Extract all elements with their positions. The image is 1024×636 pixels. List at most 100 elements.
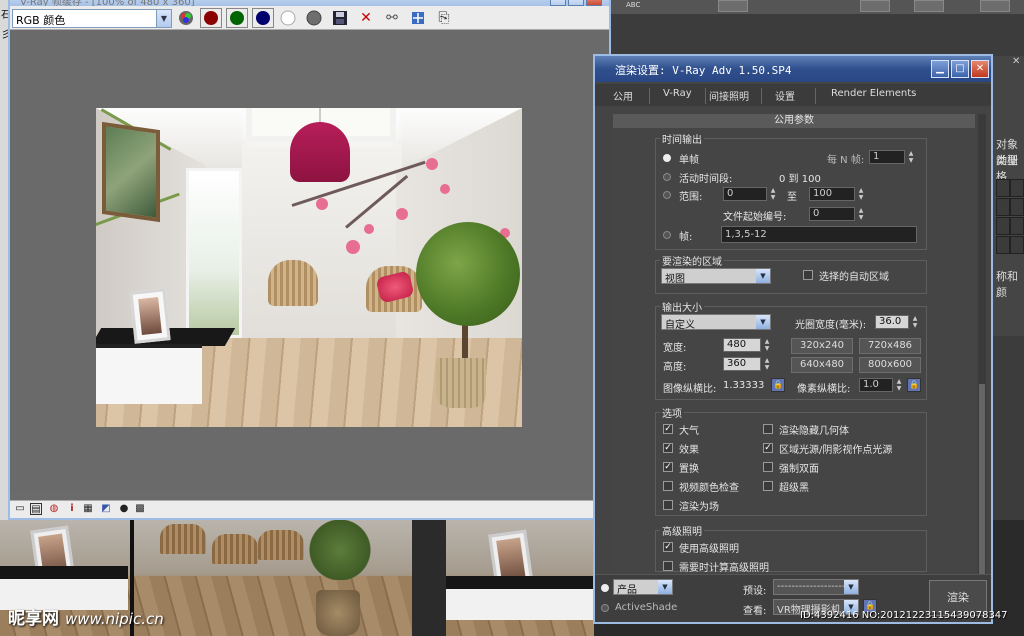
- object-type-button[interactable]: [1010, 217, 1024, 235]
- main-toolbar: ABC: [608, 0, 1024, 14]
- frames-radio[interactable]: [663, 231, 671, 239]
- displacement-checkbox[interactable]: ✓: [663, 462, 673, 472]
- render-to-fields-checkbox[interactable]: [663, 500, 673, 510]
- preset-640x480-button[interactable]: 640x480: [791, 357, 853, 373]
- compute-advanced-lighting-checkbox[interactable]: [663, 561, 673, 571]
- blossom: [396, 208, 408, 220]
- info-icon[interactable]: i: [66, 503, 78, 515]
- auto-region-checkbox[interactable]: [803, 270, 813, 280]
- frames-input[interactable]: 1,3,5-12: [721, 226, 917, 243]
- spinner-icon[interactable]: ▲ ▼: [857, 207, 865, 221]
- green-channel-icon: [230, 11, 244, 25]
- tab-render-elements[interactable]: Render Elements: [831, 88, 916, 104]
- force-2sided-checkbox[interactable]: [763, 462, 773, 472]
- wall-painting: [102, 121, 160, 223]
- link-icon[interactable]: ⚯: [384, 10, 400, 26]
- spinner-icon[interactable]: ▲ ▼: [769, 187, 777, 201]
- common-parameters-rollout[interactable]: 公用参数: [613, 114, 975, 128]
- red-channel-button[interactable]: [200, 8, 222, 28]
- scrollbar[interactable]: [978, 114, 986, 574]
- spinner-icon[interactable]: ▲ ▼: [895, 378, 903, 392]
- object-type-button[interactable]: [996, 179, 1010, 197]
- maximize-button[interactable]: □: [951, 60, 969, 78]
- channel-select[interactable]: RGB 颜色 ▼: [12, 9, 172, 28]
- curve-icon[interactable]: ◩: [100, 503, 112, 515]
- video-color-check-checkbox[interactable]: [663, 481, 673, 491]
- rgb-icon[interactable]: ▤: [30, 503, 42, 515]
- file-number-label: 文件起始编号:: [723, 212, 787, 223]
- production-radio[interactable]: [601, 584, 609, 592]
- object-type-button[interactable]: [1010, 179, 1024, 197]
- area-lights-checkbox[interactable]: ✓: [763, 443, 773, 453]
- preset-800x600-button[interactable]: 800x600: [859, 357, 921, 373]
- pixel-aspect-input[interactable]: 1.0: [859, 378, 893, 392]
- every-n-input[interactable]: 1: [869, 150, 905, 164]
- mono-icon[interactable]: [306, 10, 322, 26]
- width-input[interactable]: 480: [723, 338, 761, 352]
- minimize-button[interactable]: ▁: [931, 60, 949, 78]
- tab-vray[interactable]: V-Ray: [663, 88, 692, 104]
- lock-icon[interactable]: 🔒: [907, 378, 921, 392]
- spinner-icon[interactable]: ▲ ▼: [907, 150, 915, 164]
- preset-320x240-button[interactable]: 320x240: [791, 338, 853, 354]
- tab-separator: [815, 88, 816, 104]
- alpha-white-icon[interactable]: [280, 10, 296, 26]
- output-size-select[interactable]: 自定义 ▼: [661, 314, 771, 330]
- object-type-button[interactable]: [1010, 236, 1024, 254]
- sphere-icon[interactable]: ●: [118, 503, 130, 515]
- render-setup-titlebar[interactable]: 渲染设置: V-Ray Adv 1.50.SP4 ▁ □ ✕: [595, 56, 991, 82]
- lock-icon[interactable]: 🔒: [771, 378, 785, 392]
- green-channel-button[interactable]: [226, 8, 248, 28]
- aperture-input[interactable]: 36.0: [875, 315, 909, 329]
- object-type-button[interactable]: [996, 198, 1010, 216]
- spinner-icon[interactable]: ▲ ▼: [857, 187, 865, 201]
- active-segment-radio[interactable]: [663, 173, 671, 181]
- super-black-checkbox[interactable]: [763, 481, 773, 491]
- clear-icon[interactable]: ✕: [358, 10, 374, 26]
- range-radio[interactable]: [663, 191, 671, 199]
- spinner-icon[interactable]: ▲ ▼: [911, 315, 919, 329]
- single-frame-radio[interactable]: [663, 154, 671, 162]
- toolbar-button[interactable]: [980, 0, 1010, 12]
- production-select[interactable]: 产品 ▼: [613, 579, 673, 595]
- preset-720x486-button[interactable]: 720x486: [859, 338, 921, 354]
- close-icon[interactable]: ✕: [1012, 56, 1024, 70]
- range-to-input[interactable]: 100: [809, 187, 855, 201]
- tab-settings[interactable]: 设置: [775, 88, 795, 104]
- levels-icon[interactable]: ▦: [82, 503, 94, 515]
- lut-icon[interactable]: ◍: [48, 503, 60, 515]
- height-input[interactable]: 360: [723, 357, 761, 371]
- range-from-input[interactable]: 0: [723, 187, 767, 201]
- close-button[interactable]: ✕: [971, 60, 989, 78]
- toolbar-button[interactable]: [914, 0, 944, 12]
- window-icon[interactable]: ▭: [14, 503, 26, 515]
- tab-indirect-illumination[interactable]: 间接照明: [709, 88, 749, 104]
- file-number-input[interactable]: 0: [809, 207, 855, 221]
- blue-channel-button[interactable]: [252, 8, 274, 28]
- rgb-channels-icon[interactable]: [178, 10, 194, 26]
- atmospherics-label: 大气: [679, 426, 699, 437]
- object-type-button[interactable]: [1010, 198, 1024, 216]
- toolbar-button[interactable]: [860, 0, 890, 12]
- scrollbar-thumb[interactable]: [979, 384, 985, 574]
- pixel-icon[interactable]: ▩: [134, 503, 146, 515]
- use-advanced-lighting-checkbox[interactable]: ✓: [663, 542, 673, 552]
- render-setup-tabs: 公用 V-Ray 间接照明 设置 Render Elements: [595, 84, 991, 106]
- atmospherics-checkbox[interactable]: ✓: [663, 424, 673, 434]
- track-mouse-icon[interactable]: [410, 10, 426, 26]
- tab-common[interactable]: 公用: [613, 88, 633, 104]
- viewport-right[interactable]: [446, 520, 594, 636]
- toolbar-button[interactable]: [718, 0, 748, 12]
- activeshade-radio[interactable]: [601, 604, 609, 612]
- duplicate-icon[interactable]: ⎘: [436, 10, 452, 26]
- area-select[interactable]: 视图 ▼: [661, 268, 771, 284]
- spinner-icon[interactable]: ▲ ▼: [763, 357, 771, 371]
- spinner-icon[interactable]: ▲ ▼: [763, 338, 771, 352]
- object-type-button[interactable]: [996, 236, 1010, 254]
- effects-checkbox[interactable]: ✓: [663, 443, 673, 453]
- render-hidden-checkbox[interactable]: [763, 424, 773, 434]
- save-icon[interactable]: [332, 10, 348, 26]
- object-type-button[interactable]: [996, 217, 1010, 235]
- preset-select[interactable]: -------------------- ▼: [773, 579, 859, 595]
- viewport-camera[interactable]: [134, 520, 412, 636]
